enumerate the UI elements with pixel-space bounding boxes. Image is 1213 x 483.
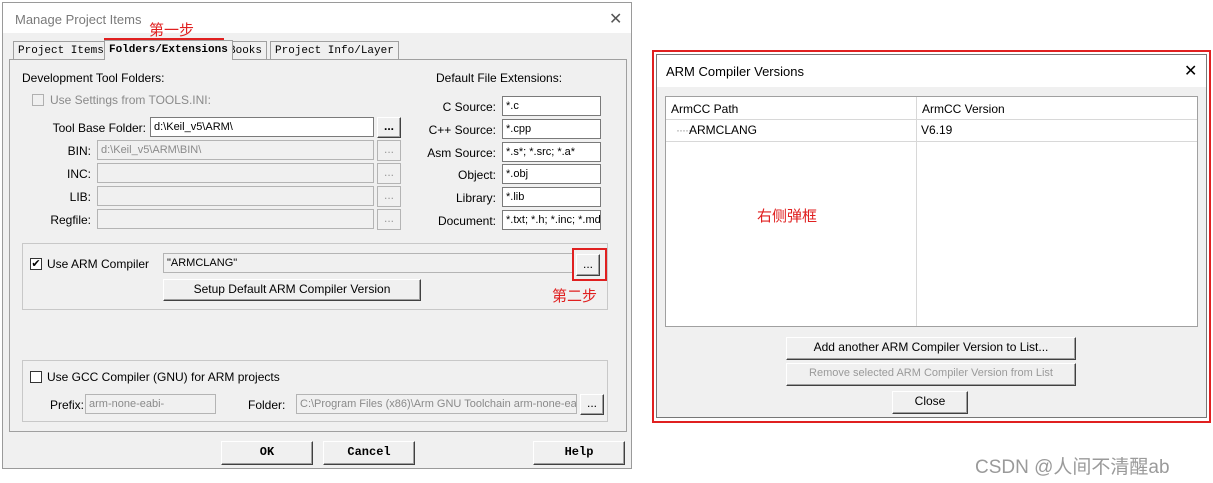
tab-project-info-layer[interactable]: Project Info/Layer xyxy=(270,41,399,59)
close-icon[interactable]: ✕ xyxy=(1184,64,1197,80)
regfile-input[interactable] xyxy=(97,209,374,229)
lib-label: LIB: xyxy=(69,190,91,204)
ext-document-label: Document: xyxy=(437,214,496,228)
row-divider xyxy=(666,141,1197,142)
row-path[interactable]: ARMCLANG xyxy=(689,123,757,137)
tool-base-label: Tool Base Folder: xyxy=(52,121,146,135)
col-armcc-path[interactable]: ArmCC Path xyxy=(671,102,738,116)
ext-object-label: Object: xyxy=(457,168,496,182)
tool-base-browse-button[interactable]: ... xyxy=(377,117,401,138)
ext-asm-label: Asm Source: xyxy=(427,146,496,160)
dialog-title: Manage Project Items xyxy=(15,12,142,27)
step2-label: 第二步 xyxy=(552,288,598,305)
bin-browse-button[interactable]: ... xyxy=(377,140,401,161)
inc-browse-button[interactable]: ... xyxy=(377,163,401,184)
ext-c-label: C Source: xyxy=(442,100,496,114)
default-ext-heading: Default File Extensions: xyxy=(436,71,563,85)
use-settings-checkbox[interactable] xyxy=(32,94,44,106)
header-divider xyxy=(666,119,1197,120)
inc-input[interactable] xyxy=(97,163,374,183)
folder-browse-button[interactable]: ... xyxy=(580,394,604,415)
tab-folders-extensions[interactable]: Folders/Extensions xyxy=(104,40,233,60)
bin-label: BIN: xyxy=(67,144,91,158)
versions-dialog-title: ARM Compiler Versions xyxy=(666,64,804,79)
tool-base-input[interactable]: d:\Keil_v5\ARM\ xyxy=(150,117,374,137)
folder-label: Folder: xyxy=(248,398,286,412)
prefix-label: Prefix: xyxy=(50,398,85,412)
close-icon[interactable]: ✕ xyxy=(609,12,622,28)
remove-compiler-version-button[interactable]: Remove selected ARM Compiler Version fro… xyxy=(786,363,1076,386)
ok-button[interactable]: OK xyxy=(221,441,313,465)
tab-panel-left xyxy=(9,59,10,431)
ext-object-input[interactable]: *.obj xyxy=(502,164,601,184)
col-armcc-version[interactable]: ArmCC Version xyxy=(922,102,1005,116)
folder-input[interactable]: C:\Program Files (x86)\Arm GNU Toolchain… xyxy=(296,394,577,414)
use-settings-label: Use Settings from TOOLS.INI: xyxy=(50,93,211,107)
ext-c-input[interactable]: *.c xyxy=(502,96,601,116)
inc-label: INC: xyxy=(67,167,91,181)
ext-asm-input[interactable]: *.s*; *.src; *.a* xyxy=(502,142,601,162)
tab-panel-top xyxy=(9,59,627,60)
ext-cpp-label: C++ Source: xyxy=(428,123,496,137)
ext-document-input[interactable]: *.txt; *.h; *.inc; *.md xyxy=(502,210,601,230)
right-popup-label: 右侧弹框 xyxy=(757,208,818,225)
versions-dialog-titlebar: ARM Compiler Versions ✕ xyxy=(657,55,1206,87)
arm-compiler-field[interactable]: "ARMCLANG" xyxy=(163,253,573,273)
use-gcc-label: Use GCC Compiler (GNU) for ARM projects xyxy=(47,370,280,384)
prefix-input[interactable]: arm-none-eabi- xyxy=(85,394,216,414)
use-gcc-checkbox[interactable] xyxy=(30,371,42,383)
regfile-browse-button[interactable]: ... xyxy=(377,209,401,230)
dev-tool-folders-heading: Development Tool Folders: xyxy=(22,71,165,85)
add-compiler-version-button[interactable]: Add another ARM Compiler Version to List… xyxy=(786,337,1076,360)
watermark: CSDN @人间不清醒ab xyxy=(975,457,1170,478)
ext-library-input[interactable]: *.lib xyxy=(502,187,601,207)
tab-panel-bottom xyxy=(9,431,627,432)
tab-project-items[interactable]: Project Items xyxy=(13,41,109,59)
versions-close-button[interactable]: Close xyxy=(892,391,968,414)
col-divider xyxy=(916,97,917,326)
use-arm-compiler-label: Use ARM Compiler xyxy=(47,257,150,271)
help-button[interactable]: Help xyxy=(533,441,625,465)
step2-highlight xyxy=(572,248,607,281)
lib-browse-button[interactable]: ... xyxy=(377,186,401,207)
use-arm-compiler-checkbox[interactable]: ✔ xyxy=(30,258,42,270)
ext-cpp-input[interactable]: *.cpp xyxy=(502,119,601,139)
lib-input[interactable] xyxy=(97,186,374,206)
tab-panel-right xyxy=(626,59,627,431)
cancel-button[interactable]: Cancel xyxy=(323,441,415,465)
setup-default-compiler-button[interactable]: Setup Default ARM Compiler Version xyxy=(163,279,421,301)
ext-library-label: Library: xyxy=(455,191,496,205)
bin-input[interactable]: d:\Keil_v5\ARM\BIN\ xyxy=(97,140,374,160)
step1-label: 第一步 xyxy=(149,22,195,39)
row-version[interactable]: V6.19 xyxy=(921,123,952,137)
regfile-label: Regfile: xyxy=(50,213,91,227)
dialog-titlebar: Manage Project Items ✕ xyxy=(3,3,631,33)
